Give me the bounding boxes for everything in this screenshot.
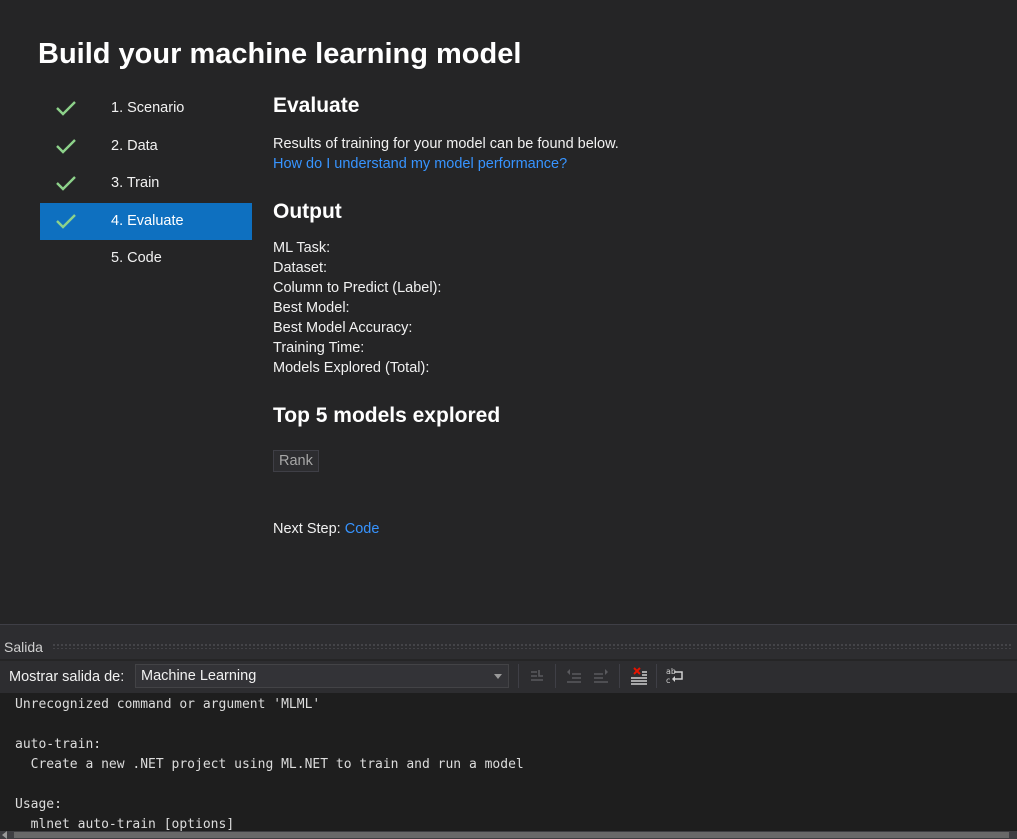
- console-text: Unrecognized command or argument 'MLML' …: [15, 697, 524, 831]
- evaluate-heading: Evaluate: [273, 94, 360, 117]
- checkmark-icon: [56, 138, 76, 154]
- checkmark-icon: [56, 101, 76, 116]
- scroll-left-icon[interactable]: [2, 831, 7, 839]
- step-train[interactable]: 3. Train: [40, 165, 252, 203]
- output-source-value: Machine Learning: [141, 668, 257, 684]
- output-field-dataset: Dataset:: [273, 260, 327, 276]
- next-step-label: Next Step:: [273, 521, 341, 537]
- step-scenario[interactable]: 1. Scenario: [40, 90, 252, 128]
- step-label: 1. Scenario: [111, 100, 185, 116]
- output-field-models-explored: Models Explored (Total):: [273, 360, 430, 376]
- pane-drag-grip[interactable]: [52, 643, 1013, 649]
- output-console[interactable]: Unrecognized command or argument 'MLML' …: [0, 693, 1017, 831]
- output-field-best-model: Best Model:: [273, 300, 350, 316]
- step-label: 3. Train: [111, 175, 160, 191]
- show-output-from-label: Mostrar salida de:: [9, 669, 125, 685]
- previous-message-icon[interactable]: [564, 666, 584, 686]
- step-label: 2. Data: [111, 137, 158, 154]
- page-title: Build your machine learning model: [38, 38, 522, 70]
- evaluate-description: Results of training for your model can b…: [273, 136, 619, 152]
- next-step: Next Step: Code: [273, 519, 379, 539]
- step-code[interactable]: 5. Code: [40, 240, 252, 278]
- step-evaluate[interactable]: 4. Evaluate: [40, 202, 252, 240]
- svg-text:c: c: [666, 676, 670, 685]
- checkmark-icon: [56, 213, 76, 229]
- step-data[interactable]: 2. Data: [40, 128, 252, 166]
- output-field-ml-task: ML Task:: [273, 240, 331, 256]
- horizontal-scrollbar[interactable]: [0, 831, 1017, 839]
- step-label: 4. Evaluate: [111, 212, 184, 229]
- toolbar-separator: [555, 664, 556, 688]
- output-window: Salida Mostrar salida de: Machine Learni…: [0, 633, 1017, 839]
- clear-all-icon[interactable]: [629, 666, 649, 686]
- rank-column-header[interactable]: Rank: [273, 450, 319, 472]
- output-window-title: Salida: [4, 639, 43, 655]
- output-heading: Output: [273, 200, 342, 223]
- toolbar-separator: [619, 664, 620, 688]
- pane-splitter[interactable]: [0, 624, 1017, 633]
- scrollbar-thumb[interactable]: [14, 832, 1009, 838]
- model-performance-help-link[interactable]: How do I understand my model performance…: [273, 154, 567, 174]
- output-field-label-column: Column to Predict (Label):: [273, 280, 442, 296]
- output-source-dropdown[interactable]: Machine Learning: [135, 664, 509, 688]
- top-models-heading: Top 5 models explored: [273, 404, 501, 427]
- word-wrap-icon[interactable]: ab c: [665, 666, 685, 686]
- checkmark-icon: [56, 176, 76, 191]
- step-navigation: 1. Scenario 2. Data 3. Train 4. Evaluate…: [40, 90, 252, 278]
- toolbar-separator: [656, 664, 657, 688]
- model-builder-panel: Build your machine learning model 1. Sce…: [0, 0, 1017, 624]
- output-field-list: ML Task: Dataset: Column to Predict (Lab…: [273, 238, 441, 378]
- go-to-error-icon[interactable]: [527, 666, 547, 686]
- output-window-header: Salida: [0, 633, 1017, 659]
- output-field-best-accuracy: Best Model Accuracy:: [273, 320, 413, 336]
- toolbar-separator: [518, 664, 519, 688]
- chevron-down-icon: [494, 674, 502, 679]
- output-field-training-time: Training Time:: [273, 340, 365, 356]
- next-step-code-link[interactable]: Code: [345, 521, 380, 537]
- output-toolbar: Mostrar salida de: Machine Learning ab c: [0, 661, 1017, 693]
- next-message-icon[interactable]: [591, 666, 611, 686]
- step-label: 5. Code: [111, 250, 162, 266]
